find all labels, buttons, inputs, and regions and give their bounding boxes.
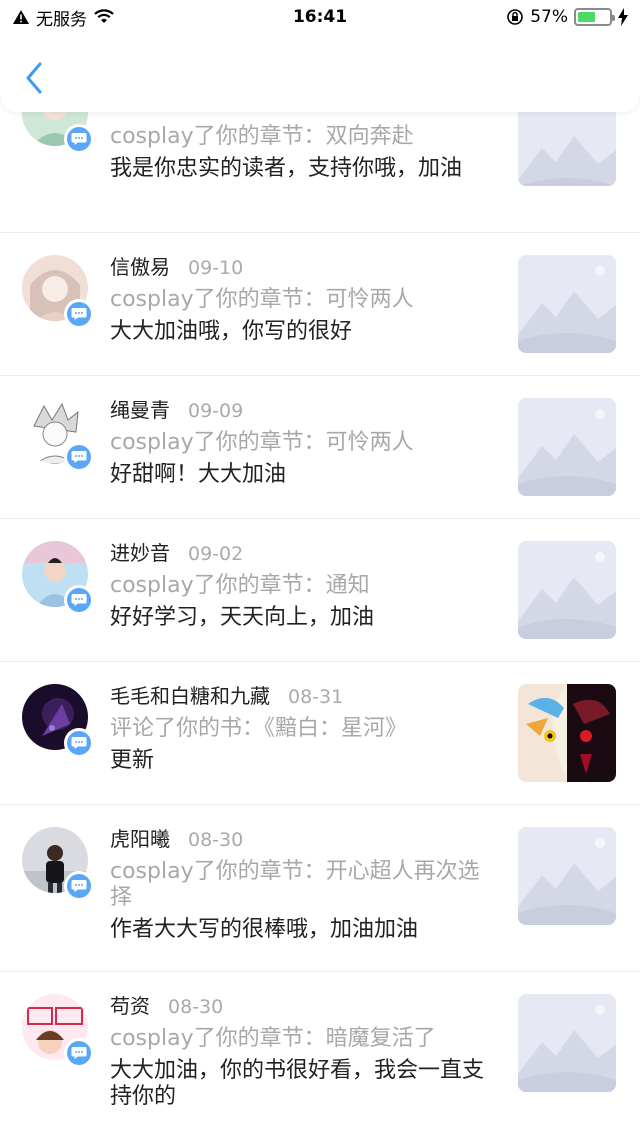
action-text: cosplay了你的章节：开心超人再次选择 [110, 859, 480, 910]
comment-badge-icon [64, 299, 94, 329]
user-name[interactable]: 信傲易 [110, 255, 170, 279]
list-item[interactable]: 绳曼青 09-09 cosplay了你的章节：可怜两人 好甜啊！大大加油 [0, 376, 640, 519]
action-text: cosplay了你的章节：双向奔赴 [110, 124, 414, 149]
comment-badge-icon [64, 728, 94, 758]
battery-percent: 57% [530, 7, 568, 27]
carrier-label: 无服务 [36, 9, 87, 30]
date-label: 09-02 [188, 543, 244, 565]
comment-badge-icon [64, 1038, 94, 1068]
thumbnail-placeholder[interactable] [518, 541, 616, 639]
list-item[interactable]: cosplay了你的章节：双向奔赴 我是你忠实的读者，支持你哦，加油 [0, 80, 640, 233]
avatar[interactable] [22, 255, 94, 329]
list-item[interactable]: 虎阳曦 08-30 cosplay了你的章节：开心超人再次选择 作者大大写的很棒哦… [0, 805, 640, 972]
list-item[interactable]: 苟资 08-30 cosplay了你的章节：暗魔复活了 大大加油，你的书很好看，我… [0, 972, 640, 1138]
charging-icon [618, 8, 628, 26]
user-name[interactable]: 绳曼青 [110, 398, 170, 422]
list-item[interactable]: 进妙音 09-02 cosplay了你的章节：通知 好好学习，天天向上，加油 [0, 519, 640, 662]
comment-text: 好好学习，天天向上，加油 [110, 605, 375, 630]
comment-text: 作者大大写的很棒哦，加油加油 [110, 917, 419, 942]
list-item[interactable]: 信傲易 09-10 cosplay了你的章节：可怜两人 大大加油哦，你写的很好 [0, 233, 640, 376]
date-label: 08-31 [288, 686, 344, 708]
book-cover-image[interactable] [518, 684, 616, 782]
action-text: cosplay了你的章节：通知 [110, 573, 370, 598]
comment-badge-icon [64, 442, 94, 472]
notification-list: cosplay了你的章节：双向奔赴 我是你忠实的读者，支持你哦，加油 信傲易 09… [0, 80, 640, 1138]
avatar[interactable] [22, 827, 94, 901]
thumbnail-placeholder[interactable] [518, 827, 616, 925]
comment-text: 大大加油哦，你写的很好 [110, 319, 353, 344]
comment-badge-icon [64, 871, 94, 901]
comment-badge-icon [64, 124, 94, 154]
avatar[interactable] [22, 398, 94, 472]
user-name[interactable]: 虎阳曦 [110, 827, 170, 851]
chevron-left-icon [26, 62, 42, 94]
action-text: 评论了你的书：《黯白：星河》 [110, 716, 408, 741]
comment-text: 更新 [110, 748, 155, 773]
comment-text: 大大加油，你的书很好看，我会一直支持你的 [110, 1058, 485, 1109]
date-label: 08-30 [168, 996, 224, 1018]
user-name[interactable]: 苟资 [110, 994, 150, 1018]
thumbnail-placeholder[interactable] [518, 994, 616, 1092]
thumbnail-placeholder[interactable] [518, 255, 616, 353]
list-item[interactable]: 毛毛和白糖和九藏 08-31 评论了你的书：《黯白：星河》 更新 [0, 662, 640, 805]
user-name[interactable]: 毛毛和白糖和九藏 [110, 684, 270, 708]
comment-badge-icon [64, 585, 94, 615]
avatar[interactable] [22, 994, 94, 1068]
date-label: 09-10 [188, 257, 244, 279]
status-bar: 无服务 16:41 57% [0, 0, 640, 34]
avatar[interactable] [22, 684, 94, 758]
date-label: 09-09 [188, 400, 244, 422]
date-label: 08-30 [188, 829, 244, 851]
comment-text: 好甜啊！大大加油 [110, 462, 287, 487]
battery-icon [574, 8, 615, 26]
orientation-lock-icon [507, 9, 524, 25]
action-text: cosplay了你的章节：可怜两人 [110, 430, 414, 455]
wifi-icon [94, 9, 114, 23]
thumbnail-placeholder[interactable] [518, 398, 616, 496]
nav-header [0, 34, 640, 112]
user-name[interactable]: 进妙音 [110, 541, 170, 565]
back-button[interactable] [18, 58, 52, 98]
avatar[interactable] [22, 541, 94, 615]
comment-text: 我是你忠实的读者，支持你哦，加油 [110, 156, 463, 181]
warning-icon [13, 10, 29, 24]
action-text: cosplay了你的章节：可怜两人 [110, 287, 414, 312]
thumbnail-placeholder[interactable] [518, 100, 616, 186]
action-text: cosplay了你的章节：暗魔复活了 [110, 1026, 436, 1051]
